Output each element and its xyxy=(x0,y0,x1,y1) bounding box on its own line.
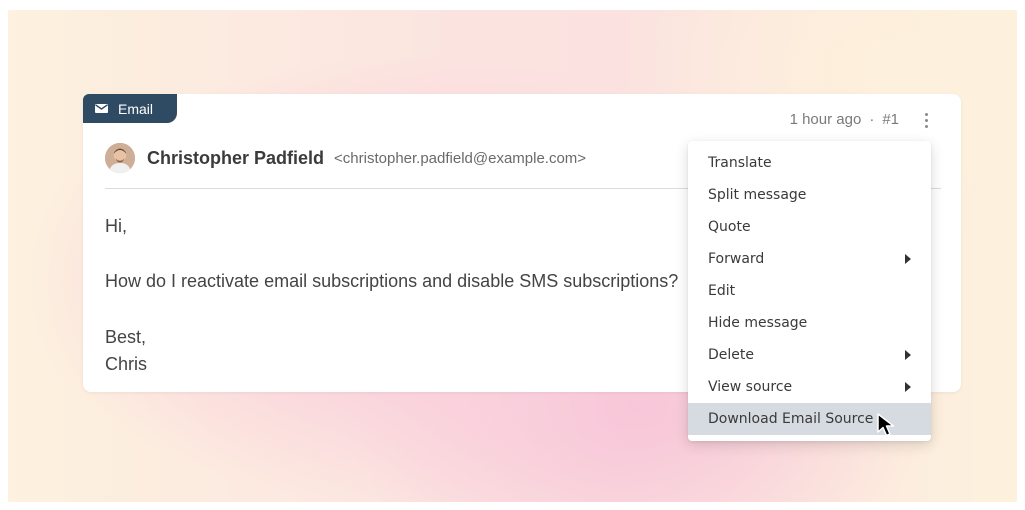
message-closing: Best, xyxy=(105,327,147,347)
channel-tag: Email xyxy=(83,94,177,123)
menu-item-edit[interactable]: Edit xyxy=(688,275,931,307)
menu-item-label: Download Email Source xyxy=(708,411,874,427)
submenu-arrow-icon xyxy=(905,254,911,264)
envelope-icon xyxy=(95,104,108,113)
menu-item-label: Delete xyxy=(708,347,754,363)
avatar xyxy=(105,143,135,173)
menu-item-label: Quote xyxy=(708,219,751,235)
context-menu: Translate Split message Quote Forward Ed… xyxy=(688,141,931,441)
sender-name[interactable]: Christopher Padfield xyxy=(147,148,324,169)
menu-item-label: Translate xyxy=(708,155,772,171)
menu-item-view-source[interactable]: View source xyxy=(688,371,931,403)
menu-item-split-message[interactable]: Split message xyxy=(688,179,931,211)
sender-row: Christopher Padfield <christopher.padfie… xyxy=(105,143,586,173)
menu-item-quote[interactable]: Quote xyxy=(688,211,931,243)
channel-tag-label: Email xyxy=(118,100,154,117)
menu-item-forward[interactable]: Forward xyxy=(688,243,931,275)
menu-item-label: View source xyxy=(708,379,793,395)
sender-email: <christopher.padfield@example.com> xyxy=(334,149,587,167)
message-time: 1 hour ago xyxy=(789,111,862,128)
mouse-pointer-icon xyxy=(876,412,900,443)
menu-item-translate[interactable]: Translate xyxy=(688,147,931,179)
message-number: #1 xyxy=(882,111,899,128)
more-options-icon[interactable] xyxy=(921,110,931,130)
message-signature: Chris xyxy=(105,354,148,374)
menu-item-label: Split message xyxy=(708,187,807,203)
menu-item-delete[interactable]: Delete xyxy=(688,339,931,371)
menu-item-hide-message[interactable]: Hide message xyxy=(688,307,931,339)
menu-item-label: Hide message xyxy=(708,315,808,331)
menu-item-label: Forward xyxy=(708,251,765,267)
message-greeting: Hi, xyxy=(105,216,127,236)
submenu-arrow-icon xyxy=(905,350,911,360)
meta-separator: · xyxy=(869,111,875,128)
submenu-arrow-icon xyxy=(905,382,911,392)
message-body: How do I reactivate email subscriptions … xyxy=(105,271,679,291)
message-meta: 1 hour ago · #1 xyxy=(790,111,899,128)
menu-item-label: Edit xyxy=(708,283,736,299)
